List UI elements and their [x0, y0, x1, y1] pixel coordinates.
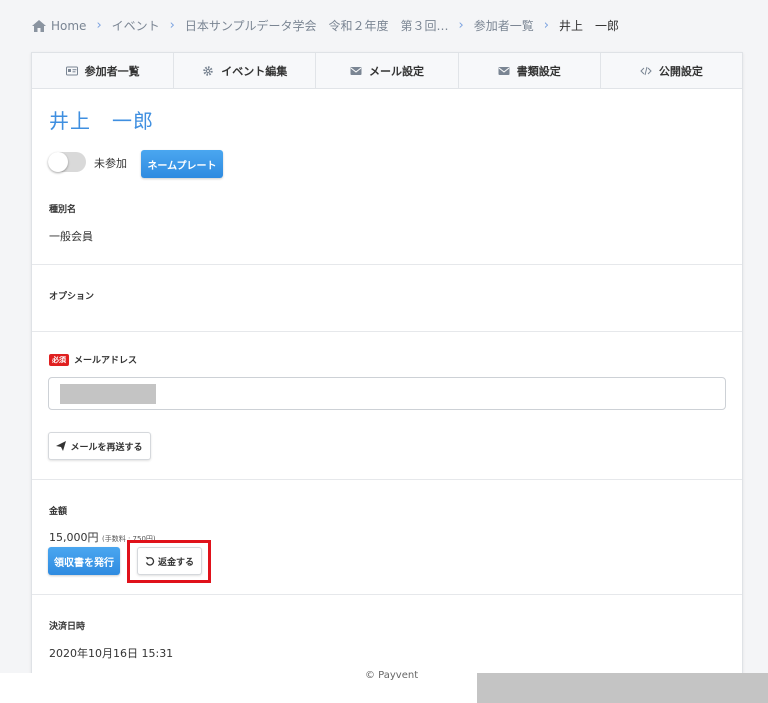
- chevron-right-icon: ›: [458, 18, 464, 33]
- chevron-right-icon: ›: [169, 18, 175, 33]
- tab-participants[interactable]: 参加者一覧: [32, 53, 175, 88]
- email-label-row: 必須 メールアドレス: [49, 353, 137, 366]
- tab-label: 公開設定: [658, 64, 703, 78]
- toggle-knob: [48, 152, 68, 172]
- email-label: メールアドレス: [74, 356, 138, 366]
- amount-value: 15,000円: [49, 531, 99, 544]
- footer-copyright: © Payvent: [365, 670, 419, 681]
- email-redacted-value: [60, 384, 156, 404]
- tab-event-edit[interactable]: イベント編集: [174, 53, 317, 88]
- breadcrumb-home-link[interactable]: Home: [51, 19, 86, 33]
- nameplate-button-label: ネームプレート: [147, 160, 217, 172]
- attendance-toggle[interactable]: [48, 152, 86, 172]
- options-label: オプション: [49, 292, 95, 302]
- participant-name: 井上 一郎: [49, 109, 154, 133]
- envelope-icon: [498, 66, 510, 75]
- breadcrumb-society-link[interactable]: 日本サンプルデータ学会 令和２年度 第３回…: [185, 17, 449, 34]
- breadcrumb: Home › イベント › 日本サンプルデータ学会 令和２年度 第３回… › 参…: [32, 17, 619, 34]
- footer-gray-block: [477, 673, 768, 703]
- category-value: 一般会員: [49, 230, 93, 243]
- amount-label: 金額: [49, 507, 68, 517]
- paper-plane-icon: [56, 441, 67, 451]
- id-card-icon: [65, 66, 78, 75]
- options-section: [32, 265, 742, 332]
- tab-publish-settings[interactable]: 公開設定: [601, 53, 742, 88]
- attendance-status-label: 未参加: [94, 157, 127, 170]
- issue-receipt-button[interactable]: 領収書を発行: [48, 547, 120, 575]
- tab-label: 書類設定: [516, 64, 561, 78]
- refund-highlight-box: [127, 540, 211, 583]
- tab-label: メール設定: [369, 64, 424, 78]
- email-field[interactable]: [48, 377, 726, 410]
- breadcrumb-event-link[interactable]: イベント: [112, 17, 160, 34]
- tab-bar: 参加者一覧 イベント編集 メール設定 書類設定 公開設定: [32, 53, 742, 89]
- category-label: 種別名: [49, 205, 77, 215]
- code-icon: [640, 66, 652, 75]
- tab-label: 参加者一覧: [84, 64, 140, 78]
- chevron-right-icon: ›: [543, 18, 549, 33]
- gear-icon: [203, 65, 213, 76]
- tab-label: イベント編集: [221, 64, 288, 78]
- resend-email-button[interactable]: メールを再送する: [48, 432, 151, 460]
- tab-mail-settings[interactable]: メール設定: [316, 53, 459, 88]
- issue-receipt-button-label: 領収書を発行: [54, 557, 114, 569]
- resend-email-button-label: メールを再送する: [70, 442, 143, 453]
- envelope-icon: [350, 66, 362, 75]
- payment-date-value: 2020年10月16日 15:31: [49, 647, 174, 660]
- required-badge: 必須: [49, 354, 69, 366]
- nameplate-button[interactable]: ネームプレート: [141, 150, 223, 178]
- chevron-right-icon: ›: [96, 18, 102, 33]
- tab-document-settings[interactable]: 書類設定: [459, 53, 601, 88]
- participant-detail-card: 参加者一覧 イベント編集 メール設定 書類設定 公開設定 井上 一郎 未参加 ネ…: [31, 52, 743, 692]
- breadcrumb-participants-link[interactable]: 参加者一覧: [474, 17, 534, 34]
- breadcrumb-current: 井上 一郎: [558, 19, 619, 33]
- payment-date-label: 決済日時: [49, 622, 86, 632]
- home-icon: [32, 19, 46, 32]
